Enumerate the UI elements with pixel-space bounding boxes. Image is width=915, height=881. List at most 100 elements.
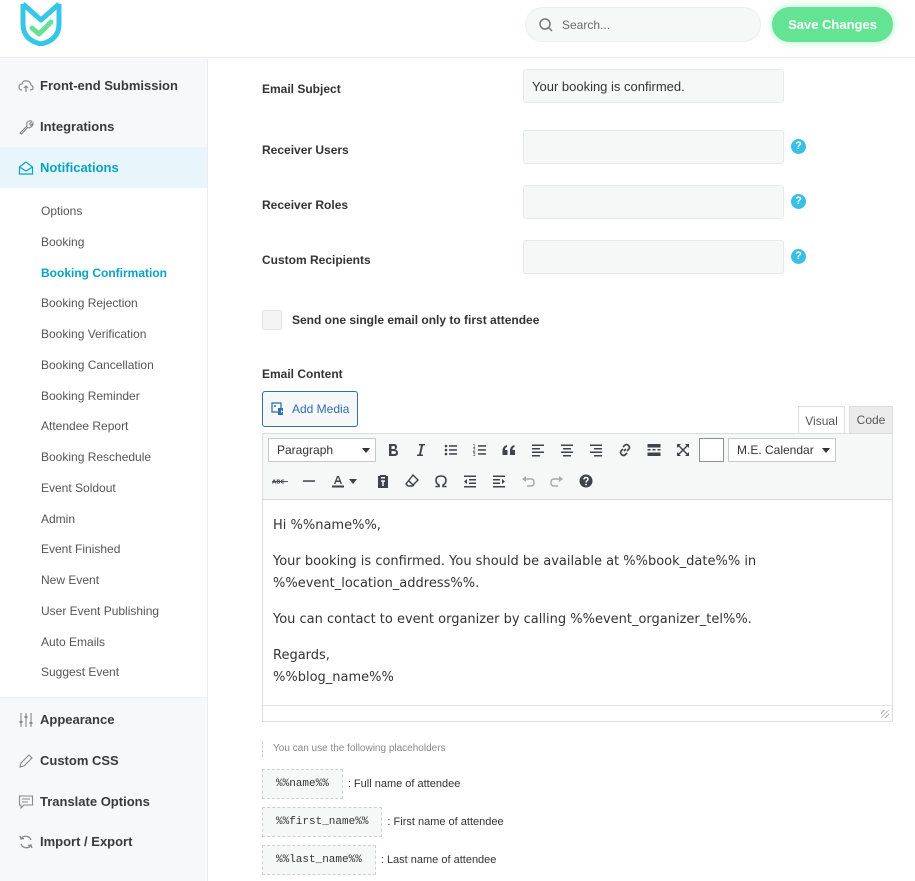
submenu-item-user-event-publishing[interactable]: User Event Publishing <box>41 604 159 618</box>
editor-paragraph: You can contact to event organizer by ca… <box>273 612 752 627</box>
sidebar-item-label: Front-end Submission <box>40 78 178 93</box>
editor-paragraph: %%blog_name%% <box>273 670 394 685</box>
placeholder-code[interactable]: %%last_name%% <box>262 845 376 875</box>
sidebar-item-frontend-submission[interactable]: Front-end Submission <box>0 65 207 106</box>
placeholder-description: : First name of attendee <box>387 816 504 828</box>
indent-button[interactable] <box>488 470 510 492</box>
add-media-button[interactable]: Add Media <box>262 391 358 427</box>
sliders-icon <box>18 712 34 728</box>
refresh-icon <box>18 834 34 850</box>
wrench-icon <box>18 119 34 135</box>
search-icon <box>538 17 554 33</box>
paste-as-text-button[interactable] <box>372 470 394 492</box>
sidebar-item-appearance[interactable]: Appearance <box>0 699 207 740</box>
top-header: Save Changes <box>0 0 915 58</box>
sidebar-item-import-export[interactable]: Import / Export <box>0 821 207 862</box>
chevron-down-icon[interactable] <box>347 470 359 492</box>
tab-code[interactable]: Code <box>849 406 893 434</box>
numbered-list-button[interactable]: 123 <box>469 439 491 461</box>
placeholder-code[interactable]: %%name%% <box>262 769 343 799</box>
sidebar: Front-end Submission Integrations Notifi… <box>0 59 208 881</box>
bold-button[interactable] <box>382 439 404 461</box>
single-email-checkbox[interactable] <box>262 310 282 330</box>
sidebar-item-label: Import / Export <box>40 834 133 849</box>
email-content-editor: Paragraph 123 M.E. Calendar ABC Hi %%nam… <box>262 433 893 722</box>
help-icon[interactable]: ? <box>791 139 806 154</box>
media-icon <box>271 401 287 417</box>
omega-icon[interactable] <box>430 470 452 492</box>
fullscreen-icon[interactable] <box>672 439 694 461</box>
submenu-item-booking-confirmation[interactable]: Booking Confirmation <box>41 266 167 280</box>
keyboard-shortcuts-help-icon[interactable] <box>575 470 597 492</box>
submenu-item-auto-emails[interactable]: Auto Emails <box>41 635 105 649</box>
submenu-item-event-soldout[interactable]: Event Soldout <box>41 481 116 495</box>
email-content-label: Email Content <box>262 367 343 381</box>
email-subject-label: Email Subject <box>262 82 341 96</box>
outdent-button[interactable] <box>459 470 481 492</box>
submenu-item-event-finished[interactable]: Event Finished <box>41 542 120 556</box>
format-select[interactable]: Paragraph <box>268 438 376 462</box>
sidebar-item-custom-css[interactable]: Custom CSS <box>0 740 207 781</box>
italic-button[interactable] <box>410 439 432 461</box>
sidebar-item-integrations[interactable]: Integrations <box>0 106 207 147</box>
blockquote-button[interactable] <box>498 439 520 461</box>
receiver-roles-field[interactable] <box>523 185 784 219</box>
shortcode-select-value: M.E. Calendar <box>737 443 814 457</box>
email-subject-input[interactable] <box>523 69 784 103</box>
undo-icon[interactable] <box>517 470 539 492</box>
redo-icon[interactable] <box>546 470 568 492</box>
read-more-button[interactable] <box>643 439 665 461</box>
sidebar-item-translate-options[interactable]: Translate Options <box>0 781 207 822</box>
search-box[interactable] <box>525 7 761 42</box>
submenu-item-suggest-event[interactable]: Suggest Event <box>41 665 119 679</box>
help-icon[interactable]: ? <box>791 194 806 209</box>
submenu-item-booking-verification[interactable]: Booking Verification <box>41 327 146 341</box>
sidebar-item-label: Appearance <box>40 712 115 727</box>
link-icon[interactable] <box>614 439 636 461</box>
eraser-icon[interactable] <box>401 470 423 492</box>
submenu-item-attendee-report[interactable]: Attendee Report <box>41 419 128 433</box>
search-input[interactable] <box>562 17 732 32</box>
chevron-down-icon <box>362 448 370 453</box>
toolbar-toggle-button[interactable] <box>699 438 724 462</box>
app-logo[interactable] <box>17 0 65 47</box>
placeholder-row: %%first_name%% : First name of attendee <box>262 807 504 837</box>
svg-text:ABC: ABC <box>272 480 285 486</box>
submenu-item-booking-reschedule[interactable]: Booking Reschedule <box>41 450 151 464</box>
submenu-item-options[interactable]: Options <box>41 204 82 218</box>
save-changes-button[interactable]: Save Changes <box>772 7 893 42</box>
tab-visual[interactable]: Visual <box>798 406 845 435</box>
sidebar-item-notifications[interactable]: Notifications <box>0 147 207 188</box>
align-left-button[interactable] <box>527 439 549 461</box>
strikethrough-button[interactable]: ABC <box>269 470 291 492</box>
editor-paragraph: Regards, <box>273 648 330 663</box>
placeholder-row: %%name%% : Full name of attendee <box>262 769 460 799</box>
text-color-button[interactable] <box>327 470 349 492</box>
placeholder-code[interactable]: %%first_name%% <box>262 807 383 837</box>
receiver-users-field[interactable] <box>523 130 784 164</box>
shortcode-select[interactable]: M.E. Calendar <box>728 438 836 462</box>
help-icon[interactable]: ? <box>791 249 806 264</box>
horizontal-line-button[interactable] <box>298 470 320 492</box>
receiver-users-label: Receiver Users <box>262 143 349 157</box>
svg-text:3: 3 <box>473 452 476 458</box>
submenu-item-booking-rejection[interactable]: Booking Rejection <box>41 296 138 310</box>
placeholder-description: : Full name of attendee <box>347 778 461 790</box>
submenu-item-booking-cancellation[interactable]: Booking Cancellation <box>41 358 154 372</box>
resize-handle-icon[interactable] <box>881 710 889 718</box>
submenu-item-new-event[interactable]: New Event <box>41 573 99 587</box>
submenu-item-booking[interactable]: Booking <box>41 235 84 249</box>
submenu-item-booking-reminder[interactable]: Booking Reminder <box>41 389 140 403</box>
editor-content[interactable]: Hi %%name%%, Your booking is confirmed. … <box>263 501 892 706</box>
editor-paragraph: Hi %%name%%, <box>273 518 381 533</box>
custom-recipients-field[interactable] <box>523 240 784 274</box>
cloud-upload-icon <box>18 78 34 94</box>
sidebar-item-label: Custom CSS <box>40 753 119 768</box>
align-right-button[interactable] <box>585 439 607 461</box>
editor-resize-bar <box>263 705 892 721</box>
align-center-button[interactable] <box>556 439 578 461</box>
submenu-item-admin[interactable]: Admin <box>41 512 75 526</box>
placeholder-row: %%last_name%% : Last name of attendee <box>262 845 496 875</box>
chevron-down-icon <box>822 448 830 453</box>
bullet-list-button[interactable] <box>440 439 462 461</box>
